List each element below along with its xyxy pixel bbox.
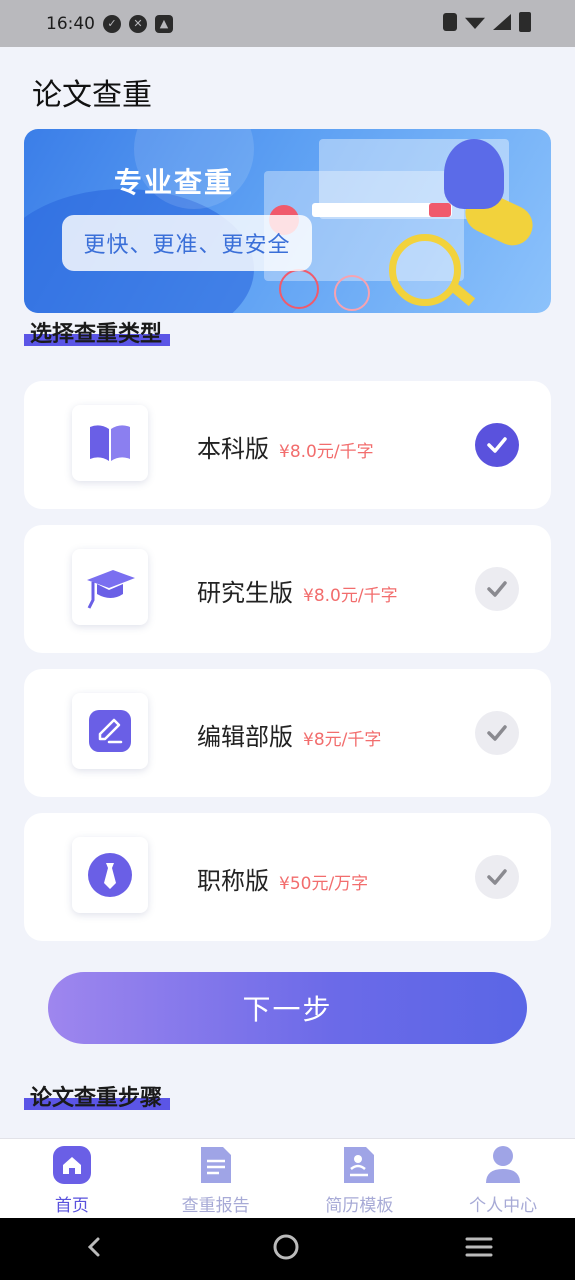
back-icon[interactable] bbox=[83, 1235, 107, 1263]
option-price: ¥8元/千字 bbox=[303, 730, 382, 750]
option-card-undergrad[interactable]: 本科版 ¥8.0元/千字 bbox=[24, 381, 551, 509]
banner-illustration bbox=[448, 281, 476, 307]
tab-report[interactable]: 查重报告 bbox=[144, 1139, 288, 1218]
check-icon[interactable] bbox=[475, 423, 519, 467]
bottom-tab-bar: 首页 查重报告 简历模板 个人中心 bbox=[0, 1138, 575, 1218]
tab-profile[interactable]: 个人中心 bbox=[431, 1139, 575, 1218]
section-title-type: 选择查重类型 bbox=[24, 316, 171, 348]
banner-tagline: 更快、更准、更安全 bbox=[62, 215, 312, 271]
option-price: ¥8.0元/千字 bbox=[303, 586, 398, 606]
book-icon bbox=[72, 405, 148, 481]
check-icon[interactable] bbox=[475, 567, 519, 611]
home-button-icon[interactable] bbox=[272, 1233, 300, 1265]
resume-icon bbox=[339, 1145, 379, 1185]
option-name: 职称版 ¥50元/万字 bbox=[197, 867, 369, 895]
user-icon bbox=[483, 1145, 523, 1185]
banner-illustration bbox=[334, 275, 370, 311]
option-card-title[interactable]: 职称版 ¥50元/万字 bbox=[24, 813, 551, 941]
banner-heading: 专业查重 bbox=[114, 166, 235, 199]
option-name: 本科版 ¥8.0元/千字 bbox=[197, 435, 374, 463]
option-card-graduate[interactable]: 研究生版 ¥8.0元/千字 bbox=[24, 525, 551, 653]
signal-icon bbox=[493, 14, 511, 30]
magnifier-icon bbox=[389, 234, 461, 306]
shield-icon: ✕ bbox=[129, 14, 147, 33]
option-price: ¥8.0元/千字 bbox=[279, 442, 374, 462]
report-icon bbox=[196, 1145, 236, 1185]
check-circle-icon: ✓ bbox=[103, 14, 121, 33]
status-bar: 16:40 ✓ ✕ ▲ bbox=[0, 0, 575, 47]
next-button[interactable]: 下一步 bbox=[48, 972, 527, 1044]
tab-label: 简历模板 bbox=[325, 1196, 394, 1216]
status-indicators bbox=[443, 12, 531, 32]
section-title-text: 论文查重步骤 bbox=[30, 1086, 163, 1111]
option-price: ¥50元/万字 bbox=[279, 874, 369, 894]
section-title-steps: 论文查重步骤 bbox=[24, 1080, 171, 1112]
tab-label: 首页 bbox=[54, 1196, 89, 1216]
tab-home[interactable]: 首页 bbox=[0, 1139, 144, 1218]
edit-icon bbox=[72, 693, 148, 769]
tab-resume[interactable]: 简历模板 bbox=[288, 1139, 432, 1218]
graduation-cap-icon bbox=[72, 549, 148, 625]
banner-illustration bbox=[444, 139, 504, 209]
option-name: 研究生版 ¥8.0元/千字 bbox=[197, 579, 398, 607]
banner-illustration bbox=[429, 203, 451, 217]
battery-icon bbox=[519, 12, 531, 32]
page-title: 论文查重 bbox=[32, 78, 152, 113]
option-name: 编辑部版 ¥8元/千字 bbox=[197, 723, 382, 751]
banner-illustration bbox=[279, 269, 319, 309]
promo-banner[interactable]: 专业查重 更快、更准、更安全 bbox=[24, 129, 551, 313]
check-icon[interactable] bbox=[475, 855, 519, 899]
status-time: 16:40 bbox=[46, 13, 95, 34]
vibrate-icon bbox=[443, 13, 457, 31]
section-title-text: 选择查重类型 bbox=[30, 322, 163, 347]
tab-label: 个人中心 bbox=[469, 1196, 538, 1216]
image-icon: ▲ bbox=[155, 14, 173, 33]
system-nav-bar bbox=[0, 1218, 575, 1280]
tie-icon bbox=[72, 837, 148, 913]
wifi-icon bbox=[465, 17, 485, 29]
check-icon[interactable] bbox=[475, 711, 519, 755]
home-icon bbox=[52, 1145, 92, 1185]
option-card-editorial[interactable]: 编辑部版 ¥8元/千字 bbox=[24, 669, 551, 797]
tab-label: 查重报告 bbox=[181, 1196, 250, 1216]
menu-icon[interactable] bbox=[465, 1235, 493, 1263]
